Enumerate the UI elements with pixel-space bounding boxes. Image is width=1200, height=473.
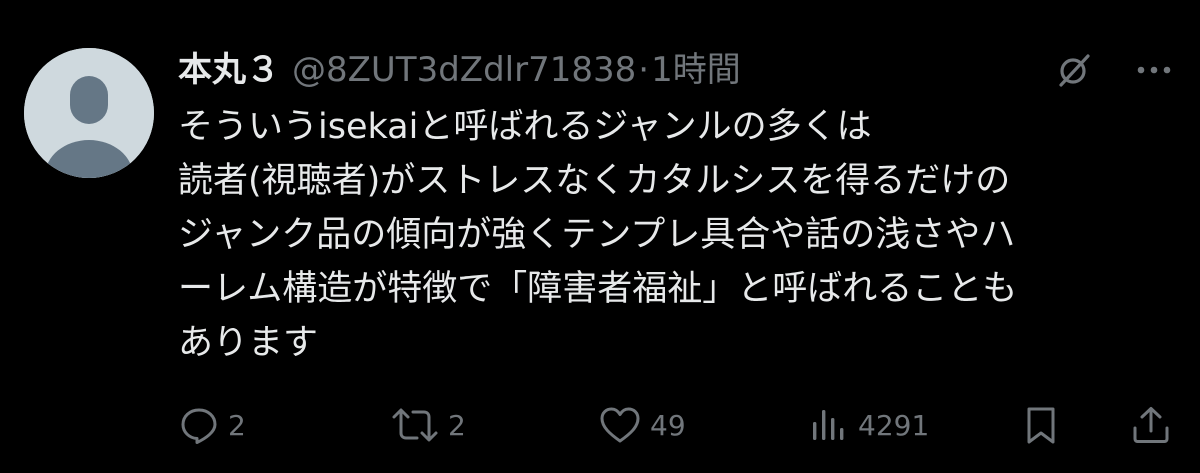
timestamp[interactable]: 1時間 xyxy=(651,46,741,94)
like-count: 49 xyxy=(650,408,686,442)
tweet[interactable]: 本丸３ @8ZUT3dZdlr71838 · 1時間 そういうisekaiと呼ば… xyxy=(0,0,1200,473)
grok-icon xyxy=(1059,54,1090,87)
views-icon xyxy=(813,410,844,440)
avatar[interactable] xyxy=(24,48,154,178)
tweet-text-line: 読者(視聴者)がストレスなくカタルシスを得るだけの xyxy=(178,161,1011,201)
reply-button[interactable]: 2 xyxy=(178,400,246,450)
tweet-text-line: そういうisekaiと呼ばれるジャンルの多くは xyxy=(178,107,872,147)
views-button[interactable]: 4291 xyxy=(808,400,929,450)
repost-count: 2 xyxy=(448,408,466,442)
share-icon xyxy=(1133,407,1169,443)
tweet-text-line: あります xyxy=(178,323,319,363)
more-icon xyxy=(1137,66,1171,74)
tweet-text-line: ーレム構造が特徴で「障害者福祉」と呼ばれることも xyxy=(178,269,1018,309)
like-button[interactable]: 49 xyxy=(598,400,686,450)
repost-button[interactable]: 2 xyxy=(390,400,466,450)
grok-button[interactable] xyxy=(1052,48,1096,92)
bookmark-button[interactable] xyxy=(1020,400,1062,450)
header-actions xyxy=(1052,48,1176,92)
action-bar: 2 2 49 4291 xyxy=(178,400,1169,450)
separator-dot: · xyxy=(638,50,650,90)
bookmark-icon xyxy=(1027,407,1055,444)
view-count: 4291 xyxy=(858,408,930,442)
tweet-text: そういうisekaiと呼ばれるジャンルの多くは 読者(視聴者)がストレスなくカタ… xyxy=(178,100,1168,370)
tweet-text-line: ジャンク品の傾向が強くテンプレ具合や話の浅さやハ xyxy=(178,215,1016,255)
reply-count: 2 xyxy=(228,408,246,442)
repost-icon xyxy=(392,408,438,442)
user-handle[interactable]: @8ZUT3dZdlr71838 xyxy=(292,46,636,94)
tweet-header: 本丸３ @8ZUT3dZdlr71838 · 1時間 xyxy=(178,46,741,94)
display-name[interactable]: 本丸３ xyxy=(178,46,280,94)
share-button[interactable] xyxy=(1130,400,1172,450)
like-icon xyxy=(600,407,640,443)
more-button[interactable] xyxy=(1132,48,1176,92)
default-avatar-icon xyxy=(24,48,154,178)
reply-icon xyxy=(181,408,217,444)
